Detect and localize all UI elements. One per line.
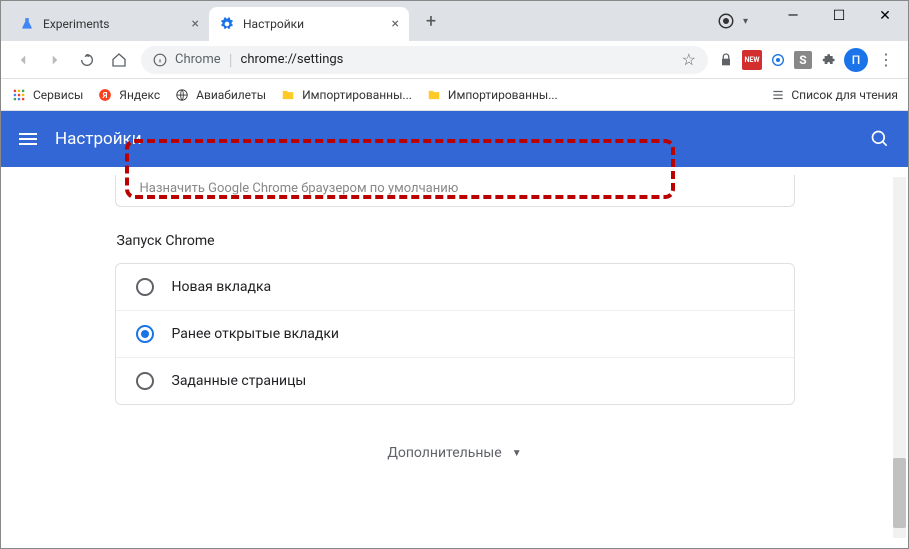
forward-button[interactable] — [41, 46, 69, 74]
gear-icon — [219, 16, 235, 32]
hamburger-menu-button[interactable] — [19, 133, 37, 145]
flask-icon — [19, 16, 35, 32]
radio-icon — [136, 278, 154, 296]
bookmark-imported-2[interactable]: Импортированны... — [426, 87, 558, 103]
list-icon — [771, 88, 785, 102]
new-badge-icon[interactable]: NEW — [742, 50, 762, 70]
bookmark-services[interactable]: Сервисы — [11, 87, 83, 103]
radio-icon — [136, 372, 154, 390]
yandex-icon: Я — [97, 87, 113, 103]
profile-avatar[interactable]: П — [844, 48, 868, 72]
info-icon[interactable] — [153, 53, 167, 67]
bookmark-flights[interactable]: Авиабилеты — [174, 87, 266, 103]
radio-specific-pages[interactable]: Заданные страницы — [116, 357, 794, 404]
radio-label: Заданные страницы — [172, 373, 307, 389]
home-button[interactable] — [105, 46, 133, 74]
apps-icon — [11, 87, 27, 103]
tab-title: Настройки — [243, 17, 384, 31]
default-browser-text: Назначить Google Chrome браузером по умо… — [115, 175, 795, 207]
new-tab-button[interactable]: + — [417, 7, 445, 35]
back-button[interactable] — [9, 46, 37, 74]
circle-ext-icon[interactable] — [768, 50, 788, 70]
bookmark-label: Авиабилеты — [196, 88, 266, 102]
tab-experiments[interactable]: Experiments × — [9, 7, 209, 41]
settings-header: Настройки — [1, 111, 908, 167]
close-window-button[interactable]: ✕ — [862, 1, 908, 31]
reload-button[interactable] — [73, 46, 101, 74]
radio-label: Ранее открытые вкладки — [172, 326, 340, 342]
advanced-toggle[interactable]: Дополнительные ▼ — [115, 405, 795, 471]
startup-section-title: Запуск Chrome — [115, 207, 795, 263]
close-tab-icon[interactable]: × — [192, 16, 199, 32]
settings-title: Настройки — [55, 129, 142, 149]
url-text: chrome://settings — [241, 52, 344, 67]
bookmarks-bar: Сервисы Я Яндекс Авиабилеты Импортирован… — [1, 79, 908, 111]
minimize-button[interactable]: — — [770, 1, 816, 31]
maximize-button[interactable]: ☐ — [816, 1, 862, 31]
reading-list-button[interactable]: Список для чтения — [771, 88, 898, 102]
svg-text:Я: Я — [102, 89, 108, 99]
scrollbar-thumb[interactable] — [893, 458, 906, 528]
startup-options-card: Новая вкладка Ранее открытые вкладки Зад… — [115, 263, 795, 405]
tab-settings[interactable]: Настройки × — [209, 7, 409, 41]
folder-icon — [426, 87, 442, 103]
radio-label: Новая вкладка — [172, 279, 272, 295]
bookmark-yandex[interactable]: Я Яндекс — [97, 87, 160, 103]
bookmark-label: Сервисы — [33, 88, 83, 102]
bookmark-label: Яндекс — [119, 88, 160, 102]
extension-icons: NEW S П — [716, 48, 868, 72]
globe-icon — [174, 87, 190, 103]
lock-ext-icon[interactable] — [716, 50, 736, 70]
bookmark-imported-1[interactable]: Импортированны... — [280, 87, 412, 103]
advanced-label: Дополнительные — [387, 445, 501, 461]
radio-continue-tabs[interactable]: Ранее открытые вкладки — [116, 310, 794, 357]
window-controls: — ☐ ✕ — [770, 1, 908, 31]
bookmark-label: Импортированны... — [448, 88, 558, 102]
settings-content: Назначить Google Chrome браузером по умо… — [1, 167, 908, 548]
bookmark-label: Импортированны... — [302, 88, 412, 102]
folder-icon — [280, 87, 296, 103]
radio-new-tab[interactable]: Новая вкладка — [116, 264, 794, 310]
divider: | — [229, 50, 233, 69]
caret-down-icon[interactable]: ▾ — [743, 16, 748, 27]
bookmark-star-icon[interactable]: ☆ — [682, 50, 696, 69]
radio-icon — [136, 325, 154, 343]
puzzle-ext-icon[interactable] — [818, 50, 838, 70]
target-icon[interactable] — [717, 12, 735, 30]
toolbar: Chrome | chrome://settings ☆ NEW S П ⋮ — [1, 41, 908, 79]
s-ext-icon[interactable]: S — [794, 51, 812, 69]
search-button[interactable] — [870, 129, 890, 149]
reading-list-label: Список для чтения — [791, 88, 898, 102]
browser-menu-button[interactable]: ⋮ — [872, 46, 900, 74]
tab-title: Experiments — [43, 17, 184, 31]
address-bar[interactable]: Chrome | chrome://settings ☆ — [141, 46, 708, 74]
chrome-label: Chrome — [175, 52, 221, 67]
close-tab-icon[interactable]: × — [392, 16, 399, 32]
chevron-down-icon: ▼ — [512, 448, 522, 459]
